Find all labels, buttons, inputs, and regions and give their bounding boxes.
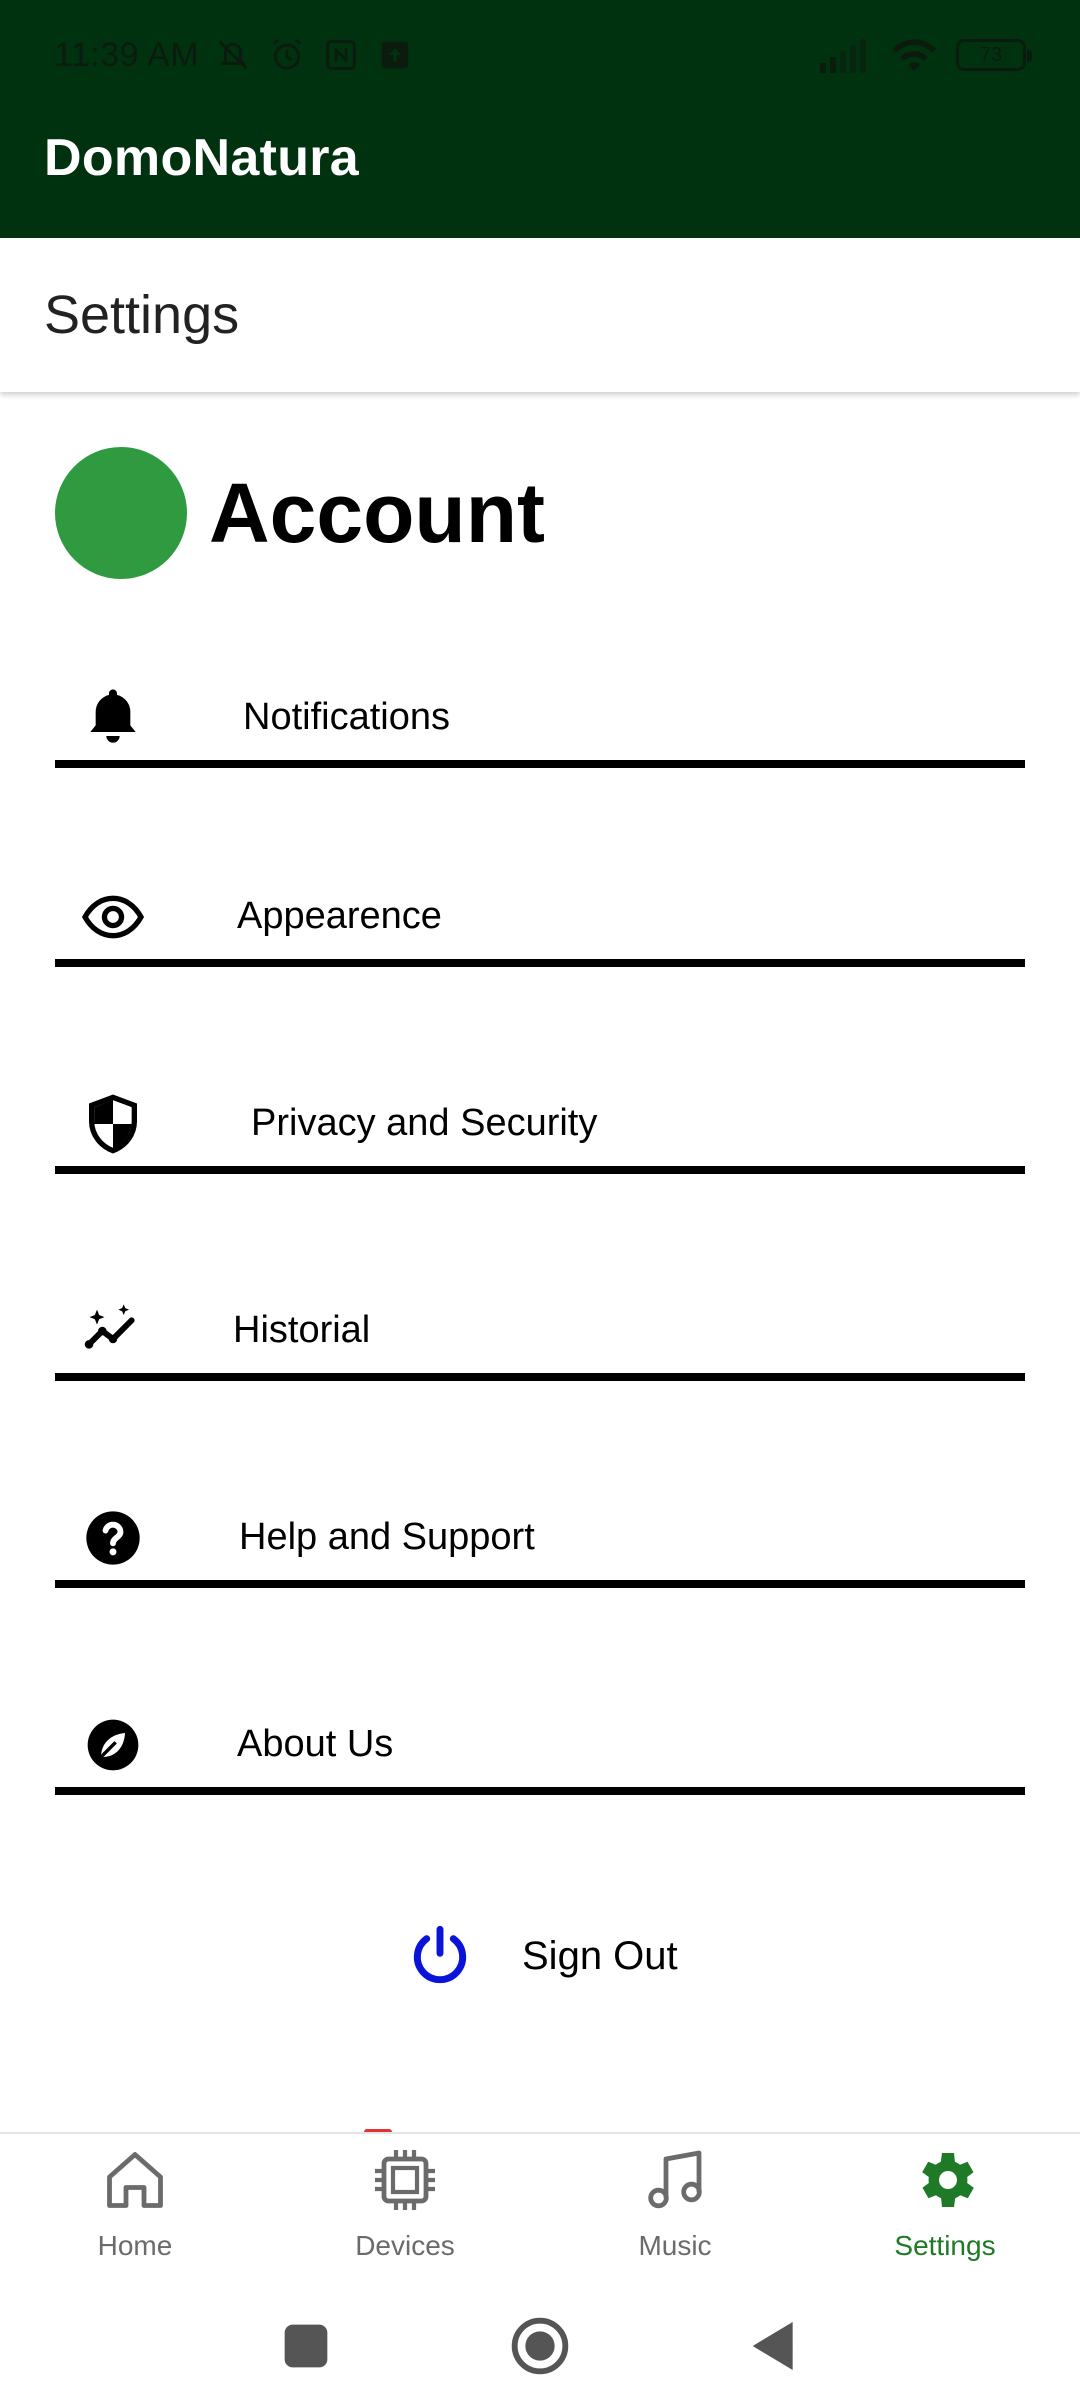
menu-item-label: Historial xyxy=(233,1309,371,1351)
app-bar: 11:39 AM 73 DomoNatura xyxy=(0,0,1080,238)
account-title: Account xyxy=(209,465,545,560)
menu-item-label: Help and Support xyxy=(239,1516,535,1558)
recents-icon[interactable] xyxy=(274,2314,338,2378)
back-icon[interactable] xyxy=(742,2314,806,2378)
menu-item-help-support[interactable]: Help and Support xyxy=(55,1492,1025,1588)
menu-item-label: Privacy and Security xyxy=(251,1102,598,1144)
wifi-icon xyxy=(892,39,936,71)
avatar xyxy=(55,447,187,579)
system-navigation-bar xyxy=(0,2292,1080,2400)
app-title: DomoNatura xyxy=(44,129,360,187)
bell-icon xyxy=(79,682,147,750)
page-header: Settings xyxy=(0,238,1080,392)
nav-label: Devices xyxy=(355,2230,455,2261)
menu-item-label: Appearence xyxy=(237,895,442,937)
sign-out-button[interactable]: Sign Out xyxy=(408,1924,678,1988)
eye-icon xyxy=(79,883,147,951)
nav-label: Settings xyxy=(894,2230,996,2261)
alarm-icon xyxy=(272,38,302,70)
menu-item-appearence[interactable]: Appearence xyxy=(55,871,1025,967)
nav-label: Music xyxy=(638,2230,712,2261)
sign-out-label: Sign Out xyxy=(522,1933,678,1978)
gear-icon xyxy=(922,2153,974,2207)
status-right: 73 xyxy=(820,35,1032,75)
nav-label: Home xyxy=(97,2230,173,2261)
status-icons xyxy=(213,35,415,75)
menu-item-about-us[interactable]: About Us xyxy=(55,1699,1025,1795)
page-title: Settings xyxy=(44,285,240,345)
signal-icon xyxy=(820,39,866,73)
help-circle-icon xyxy=(79,1504,147,1572)
sparkle-chart-icon xyxy=(79,1297,147,1365)
home-button-icon[interactable] xyxy=(508,2314,572,2378)
status-bar: 11:39 AM 73 xyxy=(0,0,1080,110)
leaf-icon xyxy=(79,1711,147,1779)
menu-item-historial[interactable]: Historial xyxy=(55,1285,1025,1381)
upload-icon xyxy=(381,41,409,69)
power-icon xyxy=(413,1925,467,1984)
mute-bell-icon xyxy=(218,40,248,70)
nfc-icon xyxy=(326,40,356,70)
nav-item-settings[interactable]: Settings xyxy=(845,2144,1045,2284)
chip-icon xyxy=(375,2150,435,2210)
menu-item-notifications[interactable]: Notifications xyxy=(55,672,1025,768)
account-row[interactable]: Account xyxy=(55,447,545,579)
menu-item-label: About Us xyxy=(237,1723,394,1765)
status-time: 11:39 AM xyxy=(54,35,200,74)
nav-item-devices[interactable]: Devices xyxy=(305,2144,505,2284)
nav-item-music[interactable]: Music xyxy=(575,2144,775,2284)
bottom-navigation: Home Devices Music Settings xyxy=(0,2132,1080,2292)
menu-item-privacy-security[interactable]: Privacy and Security xyxy=(55,1078,1025,1174)
menu-item-label: Notifications xyxy=(243,696,450,738)
home-icon xyxy=(107,2152,163,2208)
shield-icon xyxy=(79,1090,147,1158)
battery-indicator: 73 xyxy=(956,39,1032,71)
nav-item-home[interactable]: Home xyxy=(35,2144,235,2284)
music-note-icon xyxy=(648,2150,702,2209)
